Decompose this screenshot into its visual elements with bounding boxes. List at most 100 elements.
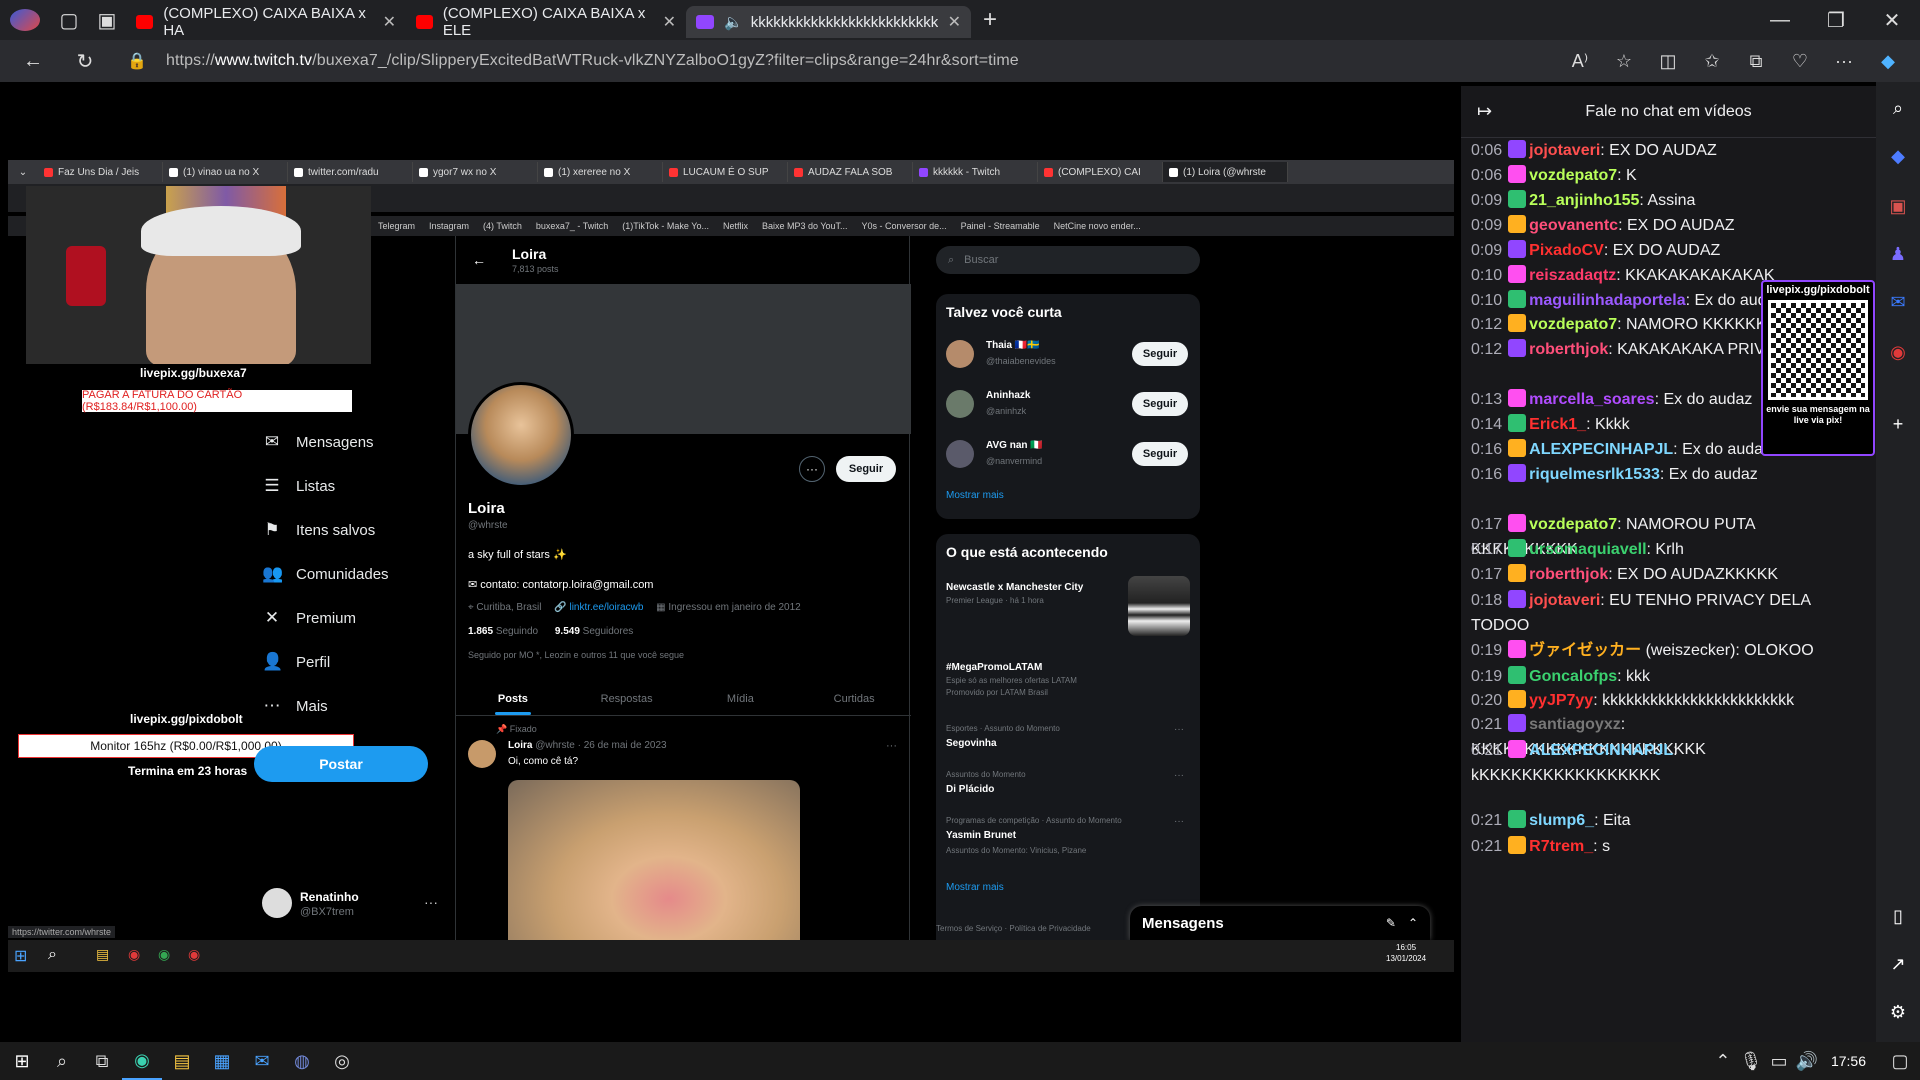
outlook-icon[interactable]: ✉ [1886,290,1910,314]
profile-avatar[interactable] [468,382,574,488]
favorites-icon[interactable]: ✩ [1692,43,1732,79]
store-icon[interactable]: ▦ [202,1042,242,1080]
suggestion-name[interactable]: Aninhazk [986,390,1030,401]
copilot-icon[interactable]: ◆ [1868,43,1908,79]
url-field[interactable]: https://www.twitch.tv/buxexa7_/clip/Slip… [166,44,1019,78]
collapse-chat-icon[interactable]: ↦ [1477,101,1492,122]
trend-title[interactable]: Di Plácido [946,784,994,795]
chat-username[interactable]: riquelmesrlk1533 [1529,466,1660,483]
avatar[interactable] [946,390,974,418]
nav-communities[interactable]: 👥 Comunidades [262,564,389,584]
external-link-icon[interactable]: ↗ [1886,952,1910,976]
post-button[interactable]: Postar [254,746,428,782]
show-more-link[interactable]: Mostrar mais [946,882,1004,893]
avatar[interactable] [262,888,292,918]
split-screen-icon[interactable]: ◫ [1648,43,1688,79]
chat-username[interactable]: yyJP7yy [1529,692,1593,709]
chat-username[interactable]: Goncalofps [1529,668,1617,685]
tools-icon[interactable]: ▣ [1886,194,1910,218]
close-icon[interactable]: ✕ [948,12,961,32]
chat-username[interactable]: santiagoyxz [1529,716,1621,733]
nav-messages[interactable]: ✉ Mensagens [262,432,374,452]
show-more-link[interactable]: Mostrar mais [946,490,1004,501]
tab-likes[interactable]: Curtidas [797,682,911,715]
close-icon[interactable]: ✕ [663,12,676,32]
discord-icon[interactable]: ◍ [282,1042,322,1080]
trend-title[interactable]: Newcastle x Manchester City [946,582,1083,593]
nav-lists[interactable]: ☰ Listas [262,476,335,496]
trend-title[interactable]: Yasmin Brunet [946,830,1016,841]
back-button[interactable]: ← [14,42,52,80]
chat-username[interactable]: 21_anjinho155 [1529,192,1639,209]
task-view-icon[interactable]: ⧉ [82,1042,122,1080]
close-icon[interactable]: ✕ [383,12,396,32]
chat-username[interactable]: jojotaveri [1529,142,1600,159]
post-avatar[interactable] [468,740,496,768]
edge-icon[interactable]: ◉ [122,1042,162,1080]
tab-media[interactable]: Mídia [684,682,798,715]
following-count[interactable]: 1.865 [468,626,493,637]
new-tab-button[interactable]: + [971,1,1009,39]
settings-gear-icon[interactable]: ⚙ [1886,1000,1910,1024]
chat-username[interactable]: marcella_soares [1529,391,1654,408]
trend-title[interactable]: Segovinha [946,738,997,749]
add-icon[interactable]: + [1886,412,1910,436]
chat-username[interactable]: roberthjok [1529,566,1608,583]
nav-bookmarks[interactable]: ⚑ Itens salvos [262,520,375,540]
workspaces-icon[interactable]: ▢ [50,1,88,39]
follow-button[interactable]: Seguir [1132,442,1188,466]
profile-avatar[interactable] [0,9,50,31]
chat-username[interactable]: ALEXPECINHAPJL [1529,441,1673,458]
nav-more[interactable]: ⋯ Mais [262,696,328,716]
collections-icon[interactable]: ⧉ [1736,43,1776,79]
chat-username[interactable]: R7trem_ [1529,838,1593,855]
file-explorer-icon[interactable]: ▤ [162,1042,202,1080]
back-arrow-icon[interactable]: ← [472,252,486,268]
sidebar-toggle-icon[interactable]: ▯ [1886,904,1910,928]
chat-username[interactable]: roberthjok [1529,341,1608,358]
games-icon[interactable]: ♟ [1886,242,1910,266]
compose-icon[interactable]: ✎ [1386,916,1396,930]
chat-username[interactable]: slump6_ [1529,812,1594,829]
trend-more-icon[interactable]: ··· [1174,816,1184,827]
chat-username[interactable]: ヴァイゼッカー [1529,642,1641,659]
search-icon[interactable]: ⌕ [1886,96,1910,120]
messages-drawer[interactable]: Mensagens ✎ ⌃ [1130,906,1430,940]
expand-icon[interactable]: ⌃ [1408,916,1418,930]
read-aloud-icon[interactable]: A⁾ [1560,43,1600,79]
avatar[interactable] [946,440,974,468]
browser-tab-3[interactable]: 🔈 kkkkkkkkkkkkkkkkkkkkkkkkk ✕ [686,6,971,38]
chat-username[interactable]: vozdepato7 [1529,516,1617,533]
trend-title[interactable]: #MegaPromoLATAM [946,662,1042,673]
office-icon[interactable]: ◉ [1886,340,1910,364]
chat-username[interactable]: Erick1_ [1529,416,1586,433]
performance-icon[interactable]: ♡ [1780,43,1820,79]
nav-premium[interactable]: ✕ Premium [262,608,356,628]
profile-more-icon[interactable]: ··· [799,456,825,482]
avatar[interactable] [946,340,974,368]
tag-icon[interactable]: ◆ [1886,144,1910,168]
chat-username[interactable]: jojotaveri [1529,592,1600,609]
obs-icon[interactable]: ◎ [322,1042,362,1080]
maximize-button[interactable]: ❐ [1808,1,1864,39]
follow-button[interactable]: Seguir [1132,392,1188,416]
microphone-icon[interactable]: 🎙 [1737,1042,1765,1080]
post-more-icon[interactable]: ··· [886,740,897,752]
taskbar-clock[interactable]: 17:56 [1831,1053,1866,1069]
followers-count[interactable]: 9.549 [555,626,580,637]
chat-username[interactable]: ALEXPECINHAPJL [1529,742,1673,759]
chat-username[interactable]: ursomaquiavell [1529,541,1646,558]
profile-link[interactable]: linktr.ee/loiracwb [569,602,643,613]
browser-tab-1[interactable]: (COMPLEXO) CAIXA BAIXA x HA ✕ [126,5,406,39]
volume-icon[interactable]: 🔊 [1793,1042,1821,1080]
suggestion-name[interactable]: Thaia 🇫🇷🇸🇪 [986,340,1040,351]
chevron-up-icon[interactable]: ⌃ [1709,1042,1737,1080]
follow-button[interactable]: Seguir [836,456,896,482]
minimize-button[interactable]: — [1752,1,1808,39]
chat-username[interactable]: PixadoCV [1529,242,1604,259]
network-icon[interactable]: ▭ [1765,1042,1793,1080]
follow-button[interactable]: Seguir [1132,342,1188,366]
nav-profile[interactable]: 👤 Perfil [262,652,330,672]
mail-icon[interactable]: ✉ [242,1042,282,1080]
speaker-icon[interactable]: 🔈 [724,13,743,31]
